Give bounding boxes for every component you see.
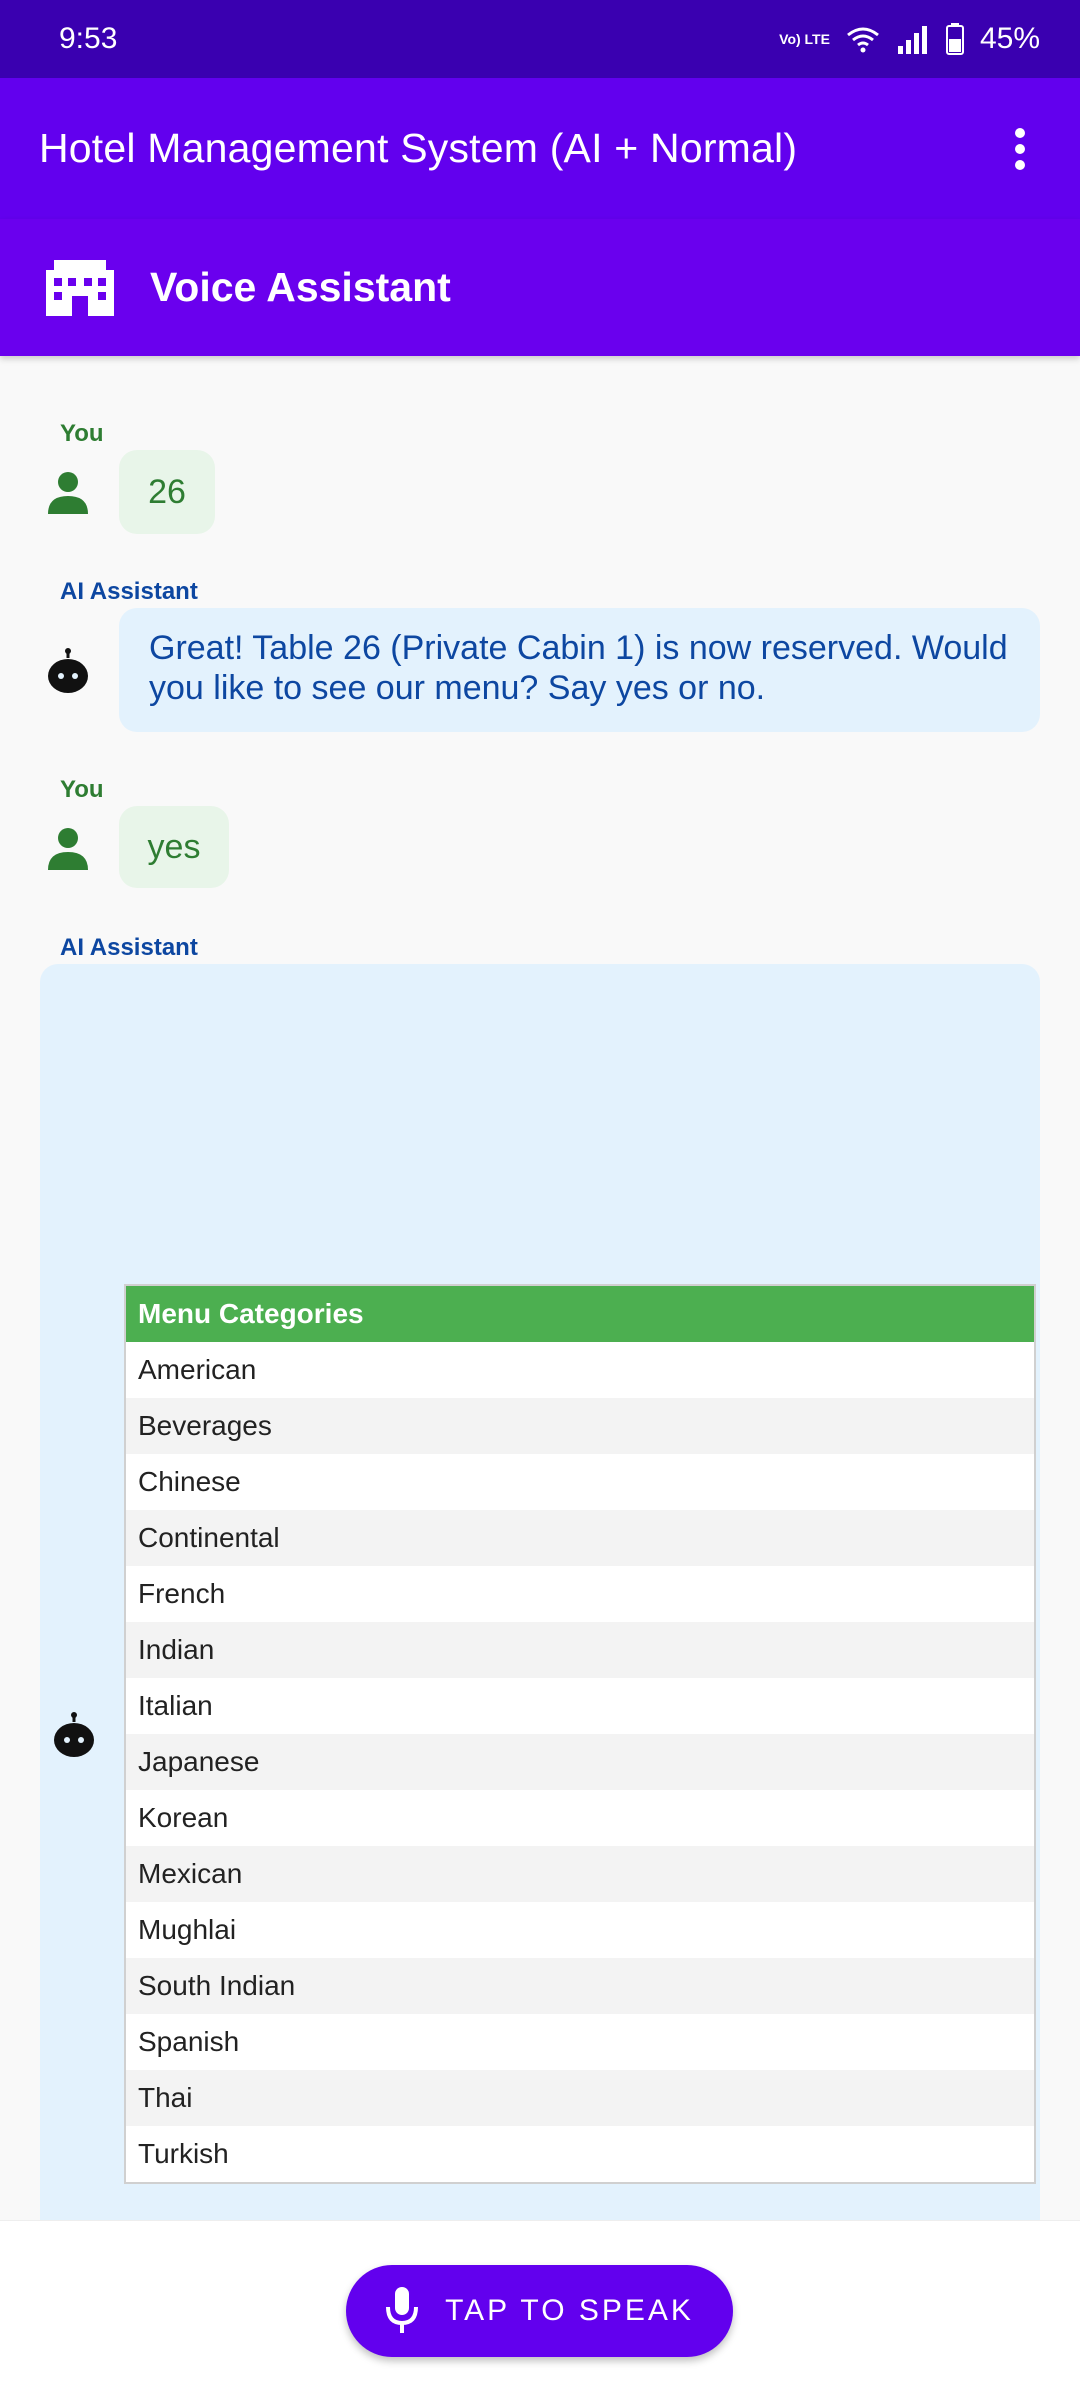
app-title: Hotel Management System (AI + Normal) [39,125,798,171]
bottom-bar: TAP TO SPEAK [0,2220,1080,2400]
table-header: Menu Categories [126,1286,1034,1342]
robot-icon [48,648,88,693]
ai-message-bubble: Great! Table 26 (Private Cabin 1) is now… [119,608,1040,732]
robot-icon [54,1712,94,1757]
person-icon [48,472,88,514]
tap-to-speak-label: TAP TO SPEAK [445,2294,694,2327]
microphone-icon [386,2287,419,2333]
table-row: Turkish [126,2126,1034,2182]
table-row: Beverages [126,1398,1034,1454]
table-row: Mughlai [126,1902,1034,1958]
status-time: 9:53 [59,22,118,55]
user-message-bubble: yes [119,806,229,888]
table-row: American [126,1342,1034,1398]
table-row: Korean [126,1790,1034,1846]
sender-label: AI Assistant [60,934,198,961]
table-row: Japanese [126,1734,1034,1790]
app-bar: Hotel Management System (AI + Normal) [0,78,1080,219]
user-message-bubble: 26 [119,450,215,534]
table-row: Thai [126,2070,1034,2126]
table-row: Indian [126,1622,1034,1678]
message-text: yes [147,828,201,866]
wifi-icon [847,27,879,53]
table-body: American Beverages Chinese Continental F… [126,1342,1034,2182]
tap-to-speak-button[interactable]: TAP TO SPEAK [346,2265,733,2357]
status-bar: 9:53 Vo) LTE 45% [0,0,1080,78]
table-row: South Indian [126,1958,1034,2014]
sender-label: You [60,776,104,803]
sub-header-title: Voice Assistant [150,264,451,310]
signal-icon [897,26,927,54]
more-vert-icon[interactable] [1000,119,1040,179]
sender-label: AI Assistant [60,578,198,605]
message-text: 26 [148,473,186,511]
person-icon [48,828,88,870]
table-row: Chinese [126,1454,1034,1510]
building-icon [46,259,114,316]
table-row: Continental [126,1510,1034,1566]
battery-percent: 45% [979,22,1040,55]
table-row: Italian [126,1678,1034,1734]
message-text: Great! Table 26 (Private Cabin 1) is now… [149,629,1008,707]
table-row: Mexican [126,1846,1034,1902]
battery-icon [945,23,964,55]
sender-label: You [60,420,104,447]
chat-list[interactable]: You 26 AI Assistant Great! Table 26 (Pri… [0,356,1080,2220]
voice-assistant-header: Voice Assistant [0,219,1080,356]
status-icons: Vo) LTE 45% [779,22,1040,56]
table-row: French [126,1566,1034,1622]
volte-icon: Vo) LTE [779,31,830,47]
table-row: Spanish [126,2014,1034,2070]
menu-categories-table: Menu Categories American Beverages Chine… [124,1284,1036,2184]
